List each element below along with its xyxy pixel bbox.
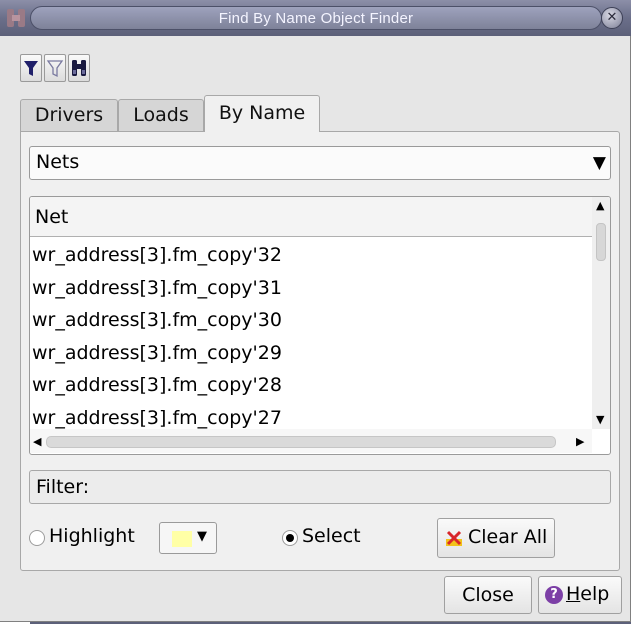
window-bottom-border	[30, 622, 631, 624]
app-icon	[7, 9, 25, 27]
tab-by-name[interactable]: By Name	[204, 95, 320, 132]
clear-filter-button[interactable]	[44, 54, 66, 82]
list-item[interactable]: wr_address[3].fm_copy'27	[30, 402, 592, 430]
close-button[interactable]: Close	[444, 576, 532, 614]
column-header-net[interactable]: Net	[30, 197, 592, 237]
by-name-panel: Nets ▼ Net wr_address[3].fm_copy'32 wr_a…	[20, 131, 620, 571]
find-by-name-dialog: Find By Name Object Finder ✕ Drivers Loa…	[0, 0, 631, 622]
net-list[interactable]: Net wr_address[3].fm_copy'32 wr_address[…	[29, 196, 611, 455]
highlight-color-button[interactable]: ▼	[159, 522, 217, 554]
filter-label: Filter:	[36, 476, 90, 498]
filter-button[interactable]	[20, 54, 42, 82]
filter-field[interactable]: Filter:	[29, 470, 611, 504]
vertical-scrollbar[interactable]: ▲ ▼	[592, 197, 610, 429]
clear-all-label: Clear All	[468, 526, 548, 548]
tab-loads[interactable]: Loads	[118, 99, 204, 131]
net-list-rows: wr_address[3].fm_copy'32 wr_address[3].f…	[30, 239, 592, 429]
highlight-label[interactable]: Highlight	[49, 525, 135, 547]
clear-icon	[446, 530, 462, 546]
window-title: Find By Name Object Finder	[218, 10, 414, 27]
list-item[interactable]: wr_address[3].fm_copy'30	[30, 304, 592, 337]
dropdown-arrow-icon: ▼	[197, 529, 207, 544]
scroll-right-icon[interactable]: ▶	[576, 435, 584, 448]
horizontal-scrollbar[interactable]: ◀ ▶	[30, 429, 592, 453]
list-item[interactable]: wr_address[3].fm_copy'29	[30, 337, 592, 370]
scroll-left-icon[interactable]: ◀	[33, 435, 41, 448]
help-icon: ?	[545, 586, 563, 604]
scroll-up-icon[interactable]: ▲	[596, 199, 604, 212]
tab-drivers[interactable]: Drivers	[20, 99, 118, 131]
title-bar[interactable]: Find By Name Object Finder ✕	[0, 0, 631, 36]
highlight-radio[interactable]	[29, 530, 45, 546]
object-type-dropdown[interactable]: Nets ▼	[29, 146, 611, 180]
list-item[interactable]: wr_address[3].fm_copy'32	[30, 239, 592, 272]
list-item[interactable]: wr_address[3].fm_copy'28	[30, 369, 592, 402]
close-icon: ✕	[606, 10, 618, 25]
close-window-button[interactable]: ✕	[601, 7, 623, 29]
find-button[interactable]	[68, 54, 90, 82]
select-label[interactable]: Select	[302, 525, 361, 547]
selection-options: Highlight ▼ Select Clear All	[21, 518, 619, 558]
help-label: Help	[566, 583, 610, 605]
list-item[interactable]: wr_address[3].fm_copy'31	[30, 272, 592, 305]
scroll-down-icon[interactable]: ▼	[596, 413, 604, 426]
color-swatch	[172, 531, 192, 547]
title-pill: Find By Name Object Finder	[30, 6, 602, 30]
binoculars-icon	[72, 60, 86, 76]
object-type-value: Nets	[36, 151, 80, 173]
filter-filled-icon	[24, 61, 38, 76]
clear-all-button[interactable]: Clear All	[437, 518, 555, 558]
horizontal-scroll-thumb[interactable]	[46, 436, 556, 448]
filter-outline-icon	[46, 60, 64, 78]
help-button[interactable]: ? Help	[538, 576, 622, 614]
select-radio[interactable]	[282, 530, 298, 546]
dropdown-arrow-icon: ▼	[592, 153, 606, 173]
vertical-scroll-thumb[interactable]	[596, 223, 606, 261]
